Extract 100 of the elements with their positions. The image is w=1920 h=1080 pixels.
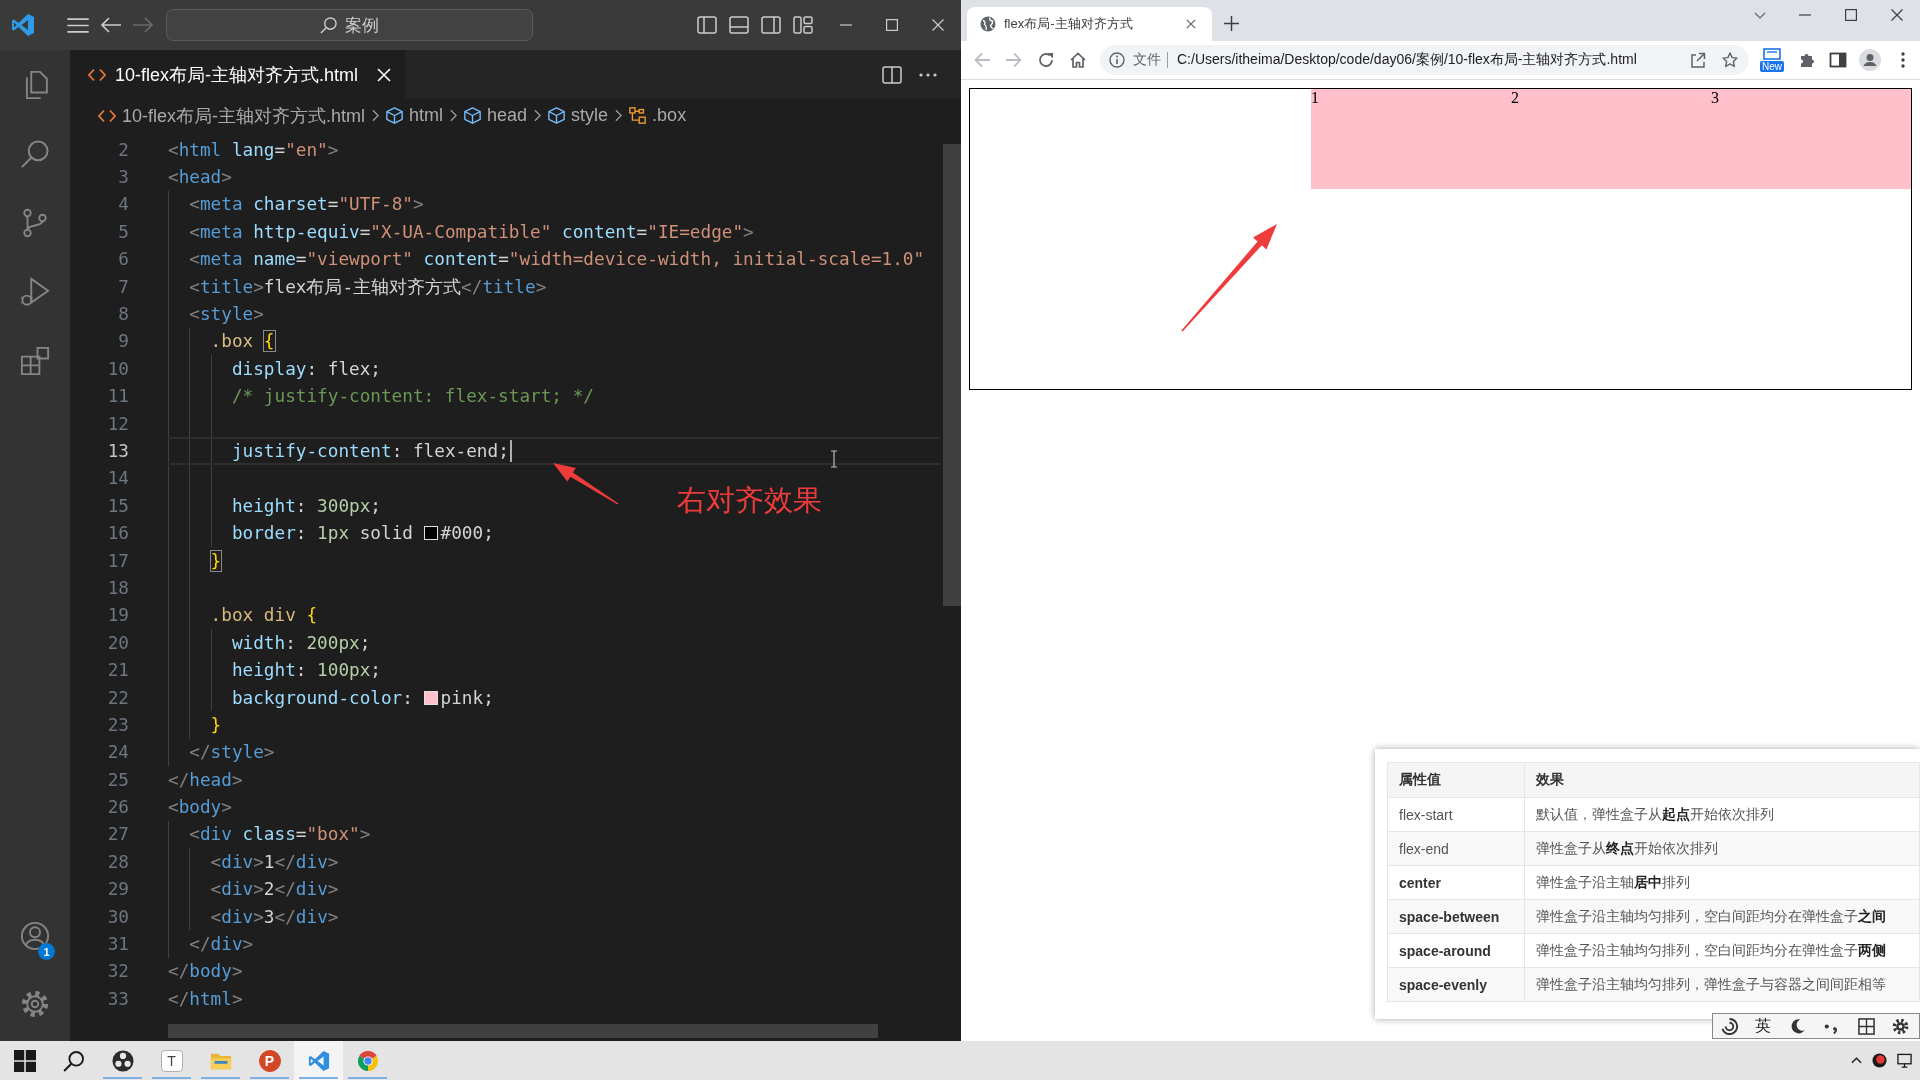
avatar-icon[interactable] (1859, 49, 1881, 71)
search-icon (320, 16, 337, 34)
app-letter-tile: P (258, 1049, 281, 1072)
table-cell: 弹性盒子从终点开始依次排列 (1524, 831, 1920, 866)
search-icon[interactable] (62, 1049, 85, 1072)
input-mode-button[interactable]: 英 (1755, 1015, 1772, 1037)
branch-icon[interactable] (20, 207, 50, 238)
table-cell: space-between (1387, 899, 1525, 934)
site-info-button[interactable]: 文件 (1109, 51, 1161, 69)
line-number: 19 (106, 605, 129, 626)
three-dot-circle-icon (111, 1049, 134, 1072)
more-icon[interactable] (1901, 52, 1905, 68)
table-cell: 默认值，弹性盒子从起点开始依次排列 (1524, 797, 1920, 832)
table-header-cell: 效果 (1524, 762, 1920, 798)
taskbar-button[interactable]: T (147, 1041, 196, 1080)
code-line: background-color: (231, 687, 413, 708)
color-swatch-icon[interactable] (423, 526, 438, 541)
swirl-logo-icon[interactable] (1721, 1017, 1738, 1035)
breadcrumb-item[interactable]: html (386, 105, 444, 126)
settings-icon[interactable] (1891, 1017, 1909, 1035)
puzzle-icon[interactable] (1798, 51, 1816, 69)
line-number: 12 (106, 413, 129, 434)
color-swatch-icon[interactable] (423, 690, 438, 705)
star-icon[interactable] (1722, 52, 1738, 68)
breadcrumb-item[interactable]: style (548, 105, 609, 126)
code-line: } (210, 714, 222, 735)
code-line: <div>2</div> (210, 879, 339, 900)
app-letter-tile: T (160, 1049, 183, 1072)
url-text: C:/Users/itheima/Desktop/code/day06/案例/10-flex布局-主轴对齐方式.html (1177, 51, 1638, 69)
blocks-icon[interactable] (20, 345, 50, 376)
more-icon[interactable] (919, 72, 937, 77)
cube-icon (464, 107, 482, 124)
left-panel-icon[interactable] (697, 16, 717, 34)
line-number: 8 (117, 304, 129, 325)
back-arrow-icon[interactable] (101, 17, 121, 33)
home-icon[interactable] (1070, 52, 1086, 68)
side-panel-icon[interactable] (1829, 51, 1847, 69)
layout-icon[interactable] (793, 16, 813, 34)
code-line: height: 100px; (231, 660, 381, 681)
code-line: .box { (210, 331, 275, 352)
ribbon-logo-icon (307, 1049, 330, 1072)
info-icon (1109, 52, 1125, 68)
bottom-panel-icon[interactable] (729, 16, 749, 34)
grid-icon[interactable] (1857, 1017, 1875, 1035)
maximize-icon[interactable] (1845, 9, 1857, 21)
browser-tab[interactable]: flex布局-主轴对齐方式 (967, 7, 1212, 41)
breadcrumb-item[interactable]: head (464, 105, 528, 126)
flex-item: 2 (1511, 89, 1711, 189)
code-line: <meta name="viewport" content="width=device-width, initial-scale=1.0" (189, 249, 925, 270)
code-line: <title>flex布局-主轴对齐方式</title> (189, 275, 547, 299)
cube-icon (548, 107, 566, 124)
cube-icon (386, 107, 404, 124)
editor-tab[interactable]: 10-flex布局-主轴对齐方式.html (70, 50, 405, 99)
search-field[interactable]: 案例 (166, 9, 533, 41)
line-number: 25 (106, 769, 129, 790)
code-line: <style> (189, 304, 264, 325)
menu-icon[interactable] (67, 17, 89, 33)
share-icon[interactable] (1690, 52, 1706, 68)
round-app-icon[interactable] (1872, 1053, 1887, 1068)
taskbar-button[interactable]: P (245, 1041, 294, 1080)
split-editor-icon[interactable] (882, 65, 902, 84)
line-number: 33 (106, 988, 129, 1009)
line-number: 14 (106, 468, 129, 489)
code-line: <div>1</div> (210, 851, 339, 872)
monitor-icon[interactable] (1897, 1053, 1912, 1068)
vertical-scrollbar-thumb[interactable] (943, 144, 961, 606)
table-header-cell: 属性值 (1387, 762, 1525, 798)
line-number: 5 (117, 221, 129, 242)
code-line: </body> (168, 961, 243, 982)
code-line: .box div { (210, 605, 318, 626)
line-number: 18 (106, 577, 129, 598)
four-pane-logo-icon[interactable] (13, 1049, 36, 1072)
address-bar[interactable]: 文件 C:/Users/itheima/Desktop/code/day06/案例/10-flex布局-主轴对齐方式.html (1100, 45, 1749, 75)
chevron-right-icon (534, 109, 542, 122)
close-icon[interactable] (1891, 9, 1903, 21)
chevron-down-icon[interactable] (1754, 11, 1766, 19)
table-cell: space-evenly (1387, 967, 1525, 1002)
chevron-up-icon[interactable] (1851, 1057, 1862, 1064)
play-bug-icon[interactable] (20, 276, 50, 307)
line-number: 26 (106, 797, 129, 818)
reload-icon[interactable] (1038, 52, 1054, 68)
line-number: 2 (117, 139, 129, 160)
horizontal-scrollbar-thumb[interactable] (168, 1024, 878, 1038)
table-cell: flex-start (1387, 797, 1525, 832)
code-line: <div>3</div> (210, 906, 339, 927)
code-line: </head> (168, 769, 243, 790)
line-number: 20 (106, 632, 129, 653)
code-line: <div class="box"> (189, 824, 371, 845)
right-panel-icon[interactable] (761, 16, 781, 34)
breadcrumb-item[interactable]: 10-flex布局-主轴对齐方式.html (98, 103, 366, 128)
chevron-right-icon (615, 109, 623, 122)
plus-icon[interactable] (1224, 16, 1239, 31)
table-cell: center (1387, 865, 1525, 900)
breadcrumb-item[interactable]: .box (629, 105, 687, 126)
line-number: 16 (106, 523, 129, 544)
line-number: 4 (117, 194, 129, 215)
line-number: 7 (117, 276, 129, 297)
table-cell: 弹性盒子沿主轴居中排列 (1524, 865, 1920, 900)
segmented-ring-icon (356, 1049, 379, 1072)
line-number: 10 (106, 358, 129, 379)
